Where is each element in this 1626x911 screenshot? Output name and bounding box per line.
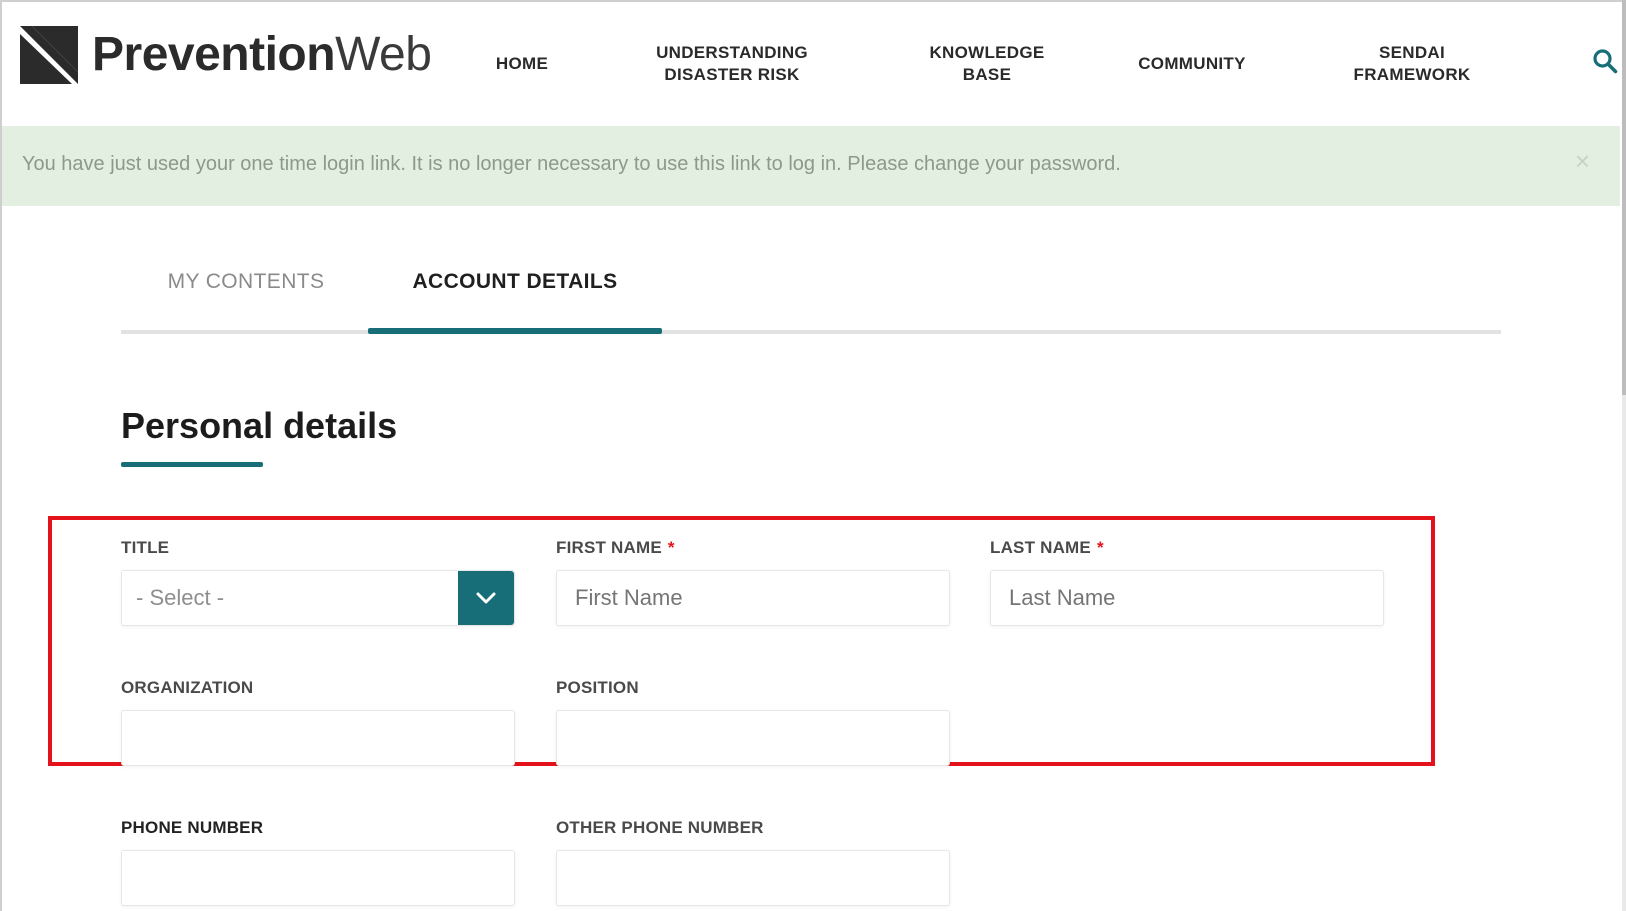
nav-udr-label-line1: UNDERSTANDING [656,43,808,62]
title-label-text: TITLE [121,538,170,557]
search-icon[interactable] [1592,48,1618,74]
nav-udr-label-line2: DISASTER RISK [664,65,800,84]
title-select-toggle[interactable] [458,571,514,625]
nav-community-label: COMMUNITY [1138,54,1246,73]
position-label: POSITION [556,678,639,698]
first-name-label: FIRST NAME * [556,538,675,558]
title-label: TITLE [121,538,169,558]
alert-message: You have just used your one time login l… [22,153,1121,175]
other-phone-number-label: OTHER PHONE NUMBER [556,818,764,838]
other-phone-number-input[interactable] [556,850,950,906]
other-phone-number-label-text: OTHER PHONE NUMBER [556,818,764,837]
scrollbar-thumb[interactable] [1622,0,1626,395]
logo[interactable]: PreventionWeb [20,24,432,86]
nav-community[interactable]: COMMUNITY [1117,36,1267,92]
nav-sendai-label-line2: FRAMEWORK [1353,65,1471,84]
nav-knowledge-base[interactable]: KNOWLEDGE BASE [907,36,1067,92]
first-name-input[interactable] [556,570,950,626]
nav-understanding-disaster-risk[interactable]: UNDERSTANDING DISASTER RISK [632,36,832,92]
logo-text-light: Web [335,28,432,81]
account-tabs: MY CONTENTS ACCOUNT DETAILS [121,250,1501,340]
logo-text: PreventionWeb [92,28,432,81]
phone-number-label-text: PHONE NUMBER [121,818,264,837]
organization-label: ORGANIZATION [121,678,253,698]
last-name-label-text: LAST NAME [990,538,1091,557]
nav-kb-label-line1: KNOWLEDGE [929,43,1045,62]
position-label-text: POSITION [556,678,639,697]
last-name-label: LAST NAME * [990,538,1104,558]
nav-home-label: HOME [495,54,549,73]
nav-sendai-label-line1: SENDAI [1378,43,1446,62]
site-header: PreventionWeb HOME UNDERSTANDING DISASTE… [2,2,1620,126]
tab-my-contents[interactable]: MY CONTENTS [121,270,371,310]
nav-sendai-framework[interactable]: SENDAI FRAMEWORK [1332,36,1492,92]
tab-active-indicator [368,328,662,334]
title-select-value: - Select - [136,585,225,610]
tabs-divider [121,330,1501,334]
title-select[interactable]: - Select - [121,570,515,626]
close-icon[interactable]: × [1575,148,1590,174]
required-mark: * [1096,538,1104,557]
status-alert: You have just used your one time login l… [2,126,1620,206]
nav-kb-label-line2: BASE [962,65,1012,84]
phone-number-label: PHONE NUMBER [121,818,263,838]
section-title: Personal details [121,405,398,446]
organization-label-text: ORGANIZATION [121,678,254,697]
position-input[interactable] [556,710,950,766]
last-name-input[interactable] [990,570,1384,626]
logo-mark-icon [20,26,78,84]
section-title-underline [121,462,263,467]
tab-account-details[interactable]: ACCOUNT DETAILS [368,270,662,310]
organization-input[interactable] [121,710,515,766]
required-mark: * [667,538,675,557]
phone-number-input[interactable] [121,850,515,906]
chevron-down-icon [476,592,496,604]
first-name-label-text: FIRST NAME [556,538,662,557]
nav-home[interactable]: HOME [472,36,572,92]
logo-text-bold: Prevention [92,28,336,81]
